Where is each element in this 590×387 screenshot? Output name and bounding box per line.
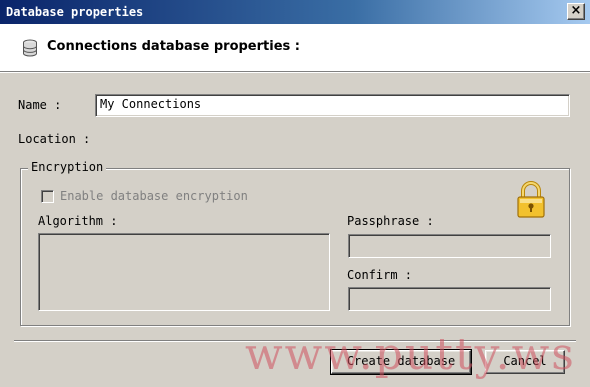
- close-button[interactable]: ×: [567, 3, 585, 20]
- location-label: Location :: [18, 132, 91, 146]
- name-label: Name :: [18, 98, 62, 112]
- name-input[interactable]: My Connections: [95, 94, 570, 117]
- lock-icon: [517, 181, 545, 218]
- algorithm-list[interactable]: [38, 233, 330, 311]
- enable-encryption-label: Enable database encryption: [60, 189, 248, 203]
- encryption-group-label: Encryption: [28, 160, 107, 174]
- passphrase-input[interactable]: [348, 234, 551, 258]
- window-title: Database properties: [6, 5, 144, 19]
- enable-encryption-checkbox[interactable]: [41, 190, 54, 203]
- window-titlebar: Database properties ×: [0, 0, 590, 24]
- confirm-label: Confirm :: [347, 268, 413, 282]
- header-divider: [0, 72, 590, 73]
- button-separator: [14, 340, 576, 342]
- create-database-button[interactable]: Create database: [330, 349, 472, 375]
- database-icon: [23, 39, 37, 57]
- close-icon: ×: [570, 3, 582, 18]
- passphrase-label: Passphrase :: [347, 214, 434, 228]
- cancel-button[interactable]: Cancel: [485, 350, 565, 374]
- confirm-input[interactable]: [348, 287, 551, 311]
- header-title: Connections database properties :: [47, 39, 300, 54]
- dialog-header: Connections database properties :: [0, 24, 590, 72]
- algorithm-label: Algorithm :: [38, 214, 118, 228]
